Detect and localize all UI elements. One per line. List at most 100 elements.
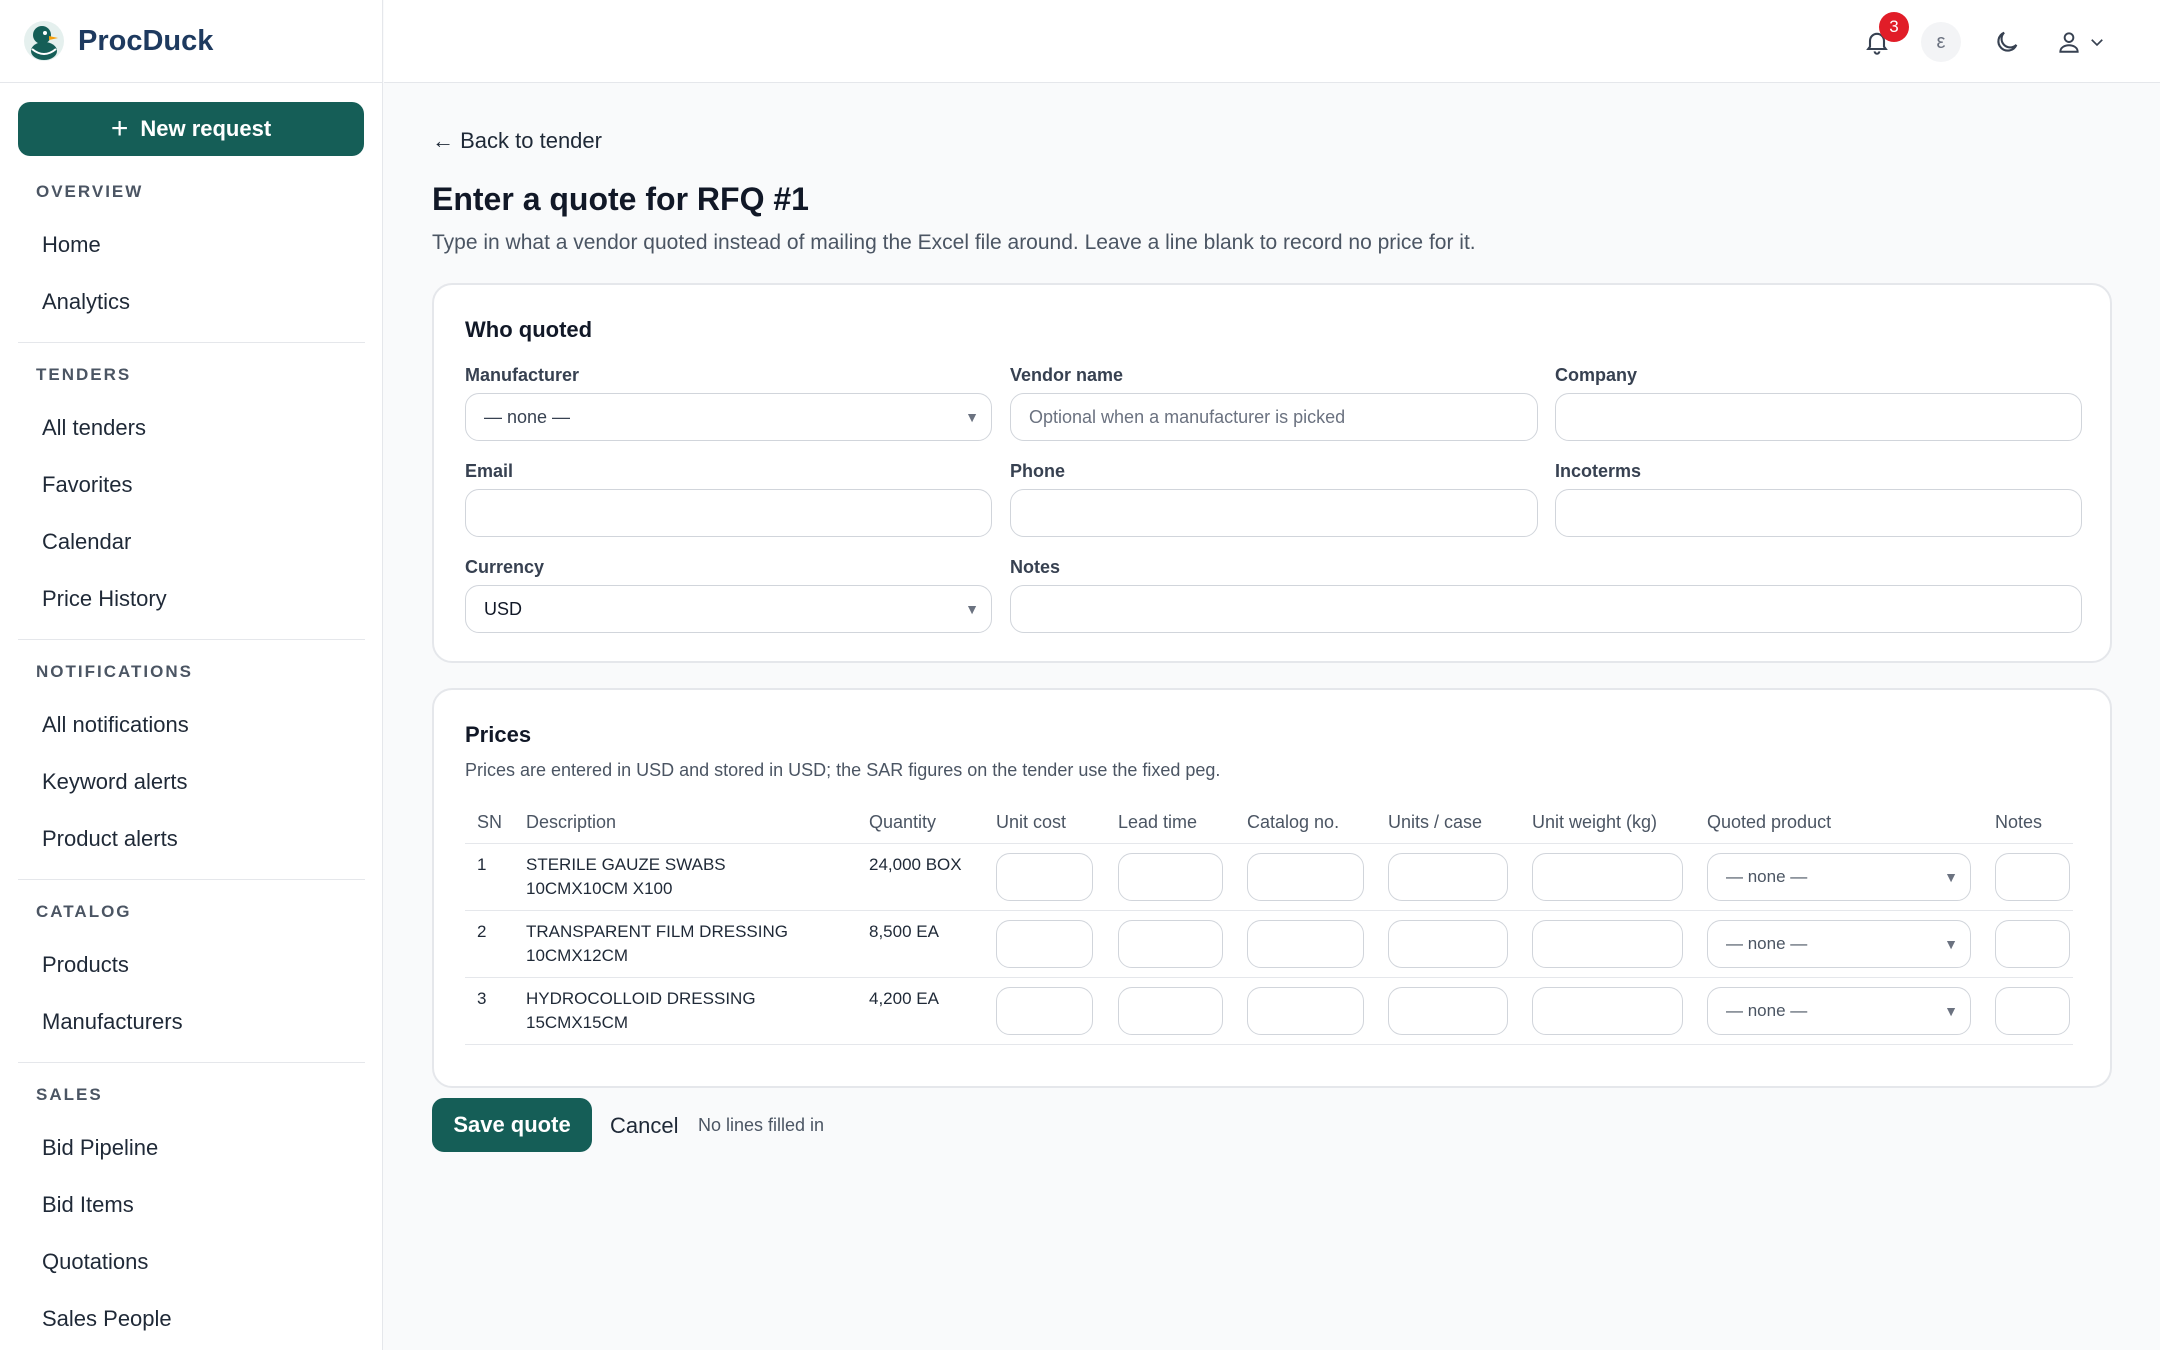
fill-status-text: No lines filled in: [698, 1115, 825, 1135]
catalog-no-input[interactable]: [1247, 987, 1364, 1035]
column-header-unit-cost: Unit cost: [996, 812, 1067, 832]
sidebar-item-manufacturers[interactable]: Manufacturers: [18, 993, 365, 1050]
cancel-button[interactable]: Cancel: [610, 1113, 678, 1139]
prices-note: Prices are entered in USD and stored in …: [465, 760, 1221, 780]
page-subtitle: Type in what a vendor quoted instead of …: [432, 231, 1476, 254]
row-quantity: 4,200 EA: [869, 989, 939, 1008]
nav-heading: OVERVIEW: [36, 182, 144, 201]
unit-cost-input[interactable]: [996, 920, 1093, 968]
nav-heading: SALES: [36, 1085, 103, 1104]
chevron-down-icon: [2091, 39, 2103, 47]
row-sn: 2: [477, 922, 487, 941]
sidebar-item-quotations[interactable]: Quotations: [18, 1233, 365, 1290]
app-name: ProcDuck: [78, 24, 214, 57]
vendor-name-label: Vendor name: [1010, 365, 1124, 385]
save-quote-button[interactable]: Save quote: [432, 1098, 592, 1152]
manufacturer-select[interactable]: — none — ▼: [465, 393, 992, 441]
nav-section-catalog: CATALOG Products Manufacturers: [18, 880, 365, 1063]
lead-time-input[interactable]: [1118, 920, 1223, 968]
new-request-button[interactable]: + New request: [18, 102, 364, 156]
nav-section-overview: OVERVIEW Home Analytics: [18, 170, 365, 343]
sidebar-item-analytics[interactable]: Analytics: [18, 273, 365, 330]
quoted-product-select[interactable]: — none — ▼: [1707, 920, 1971, 968]
user-menu-button[interactable]: [2051, 22, 2111, 62]
lead-time-input[interactable]: [1118, 987, 1223, 1035]
sidebar: ProcDuck + New request OVERVIEW Home Ana…: [0, 0, 383, 1350]
brand[interactable]: ProcDuck: [0, 0, 382, 83]
email-label: Email: [465, 461, 514, 481]
quoted-product-select[interactable]: — none — ▼: [1707, 853, 1971, 901]
unit-cost-input[interactable]: [996, 987, 1093, 1035]
quoted-product-value: — none —: [1726, 934, 1808, 953]
sidebar-item-sales-people[interactable]: Sales People: [18, 1290, 365, 1347]
prices-card: Prices Prices are entered in USD and sto…: [432, 688, 2112, 1088]
dropdown-caret-icon: ▼: [965, 409, 979, 425]
unit-weight-input[interactable]: [1532, 920, 1683, 968]
sidebar-item-all-notifications[interactable]: All notifications: [18, 696, 365, 753]
back-to-tender-link[interactable]: ← Back to tender: [432, 128, 602, 154]
units-case-input[interactable]: [1388, 987, 1508, 1035]
column-header-quoted-product: Quoted product: [1707, 812, 1832, 832]
unit-cost-input[interactable]: [996, 853, 1093, 901]
notification-count-badge: 3: [1879, 12, 1909, 42]
incoterms-label: Incoterms: [1555, 461, 1642, 481]
column-header-unit-weight: Unit weight (kg): [1532, 812, 1658, 832]
row-notes-input[interactable]: [1995, 920, 2070, 968]
notes-label: Notes: [1010, 557, 1061, 577]
column-header-description: Description: [526, 812, 617, 832]
catalog-no-input[interactable]: [1247, 920, 1364, 968]
row-notes-input[interactable]: [1995, 853, 2070, 901]
column-header-notes: Notes: [1995, 812, 2043, 832]
email-input[interactable]: [465, 489, 992, 537]
manufacturer-value: — none —: [484, 406, 571, 427]
theme-toggle-button[interactable]: [1987, 22, 2027, 62]
company-label: Company: [1555, 365, 1638, 385]
sidebar-item-products[interactable]: Products: [18, 936, 365, 993]
sidebar-item-home[interactable]: Home: [18, 216, 365, 273]
nav-heading: CATALOG: [36, 902, 132, 921]
sidebar-nav: OVERVIEW Home Analytics TENDERS All tend…: [0, 170, 383, 1350]
row-description-line2: 15CMX15CM: [526, 1013, 629, 1032]
currency-value: USD: [484, 598, 523, 619]
quoted-product-value: — none —: [1726, 867, 1808, 886]
sidebar-item-bid-pipeline[interactable]: Bid Pipeline: [18, 1119, 365, 1176]
page-title: Enter a quote for RFQ #1: [432, 181, 809, 217]
currency-select[interactable]: USD ▼: [465, 585, 992, 633]
sidebar-item-price-history[interactable]: Price History: [18, 570, 365, 627]
column-header-catalog-no: Catalog no.: [1247, 812, 1340, 832]
sidebar-item-keyword-alerts[interactable]: Keyword alerts: [18, 753, 365, 810]
sidebar-item-calendar[interactable]: Calendar: [18, 513, 365, 570]
plus-icon: +: [110, 112, 129, 145]
vendor-name-input[interactable]: Optional when a manufacturer is picked: [1010, 393, 1538, 441]
unit-weight-input[interactable]: [1532, 987, 1683, 1035]
quoted-product-value: — none —: [1726, 1001, 1808, 1020]
notifications-button[interactable]: 3: [1857, 12, 1909, 62]
top-bar: 3 ε: [384, 0, 2160, 83]
user-icon: [2059, 32, 2079, 53]
units-case-input[interactable]: [1388, 853, 1508, 901]
phone-input[interactable]: [1010, 489, 1538, 537]
unit-weight-input[interactable]: [1532, 853, 1683, 901]
lead-time-input[interactable]: [1118, 853, 1223, 901]
who-quoted-title: Who quoted: [465, 317, 593, 342]
row-description-line2: 10CMX10CM X100: [526, 879, 673, 898]
nav-heading: NOTIFICATIONS: [36, 662, 193, 681]
units-case-input[interactable]: [1388, 920, 1508, 968]
row-description-line2: 10CMX12CM: [526, 946, 629, 965]
manufacturer-label: Manufacturer: [465, 365, 580, 385]
sidebar-item-bid-items[interactable]: Bid Items: [18, 1176, 365, 1233]
row-notes-input[interactable]: [1995, 987, 2070, 1035]
incoterms-input[interactable]: [1555, 489, 2082, 537]
sidebar-item-product-alerts[interactable]: Product alerts: [18, 810, 365, 867]
column-header-lead-time: Lead time: [1118, 812, 1198, 832]
notes-input[interactable]: [1010, 585, 2082, 633]
nav-heading: TENDERS: [36, 365, 132, 384]
column-header-units-case: Units / case: [1388, 812, 1483, 832]
quoted-product-select[interactable]: — none — ▼: [1707, 987, 1971, 1035]
sidebar-item-all-tenders[interactable]: All tenders: [18, 399, 365, 456]
sidebar-item-favorites[interactable]: Favorites: [18, 456, 365, 513]
catalog-no-input[interactable]: [1247, 853, 1364, 901]
language-button[interactable]: ε: [1921, 22, 1961, 62]
row-description-line1: TRANSPARENT FILM DRESSING: [526, 922, 788, 941]
company-input[interactable]: [1555, 393, 2082, 441]
